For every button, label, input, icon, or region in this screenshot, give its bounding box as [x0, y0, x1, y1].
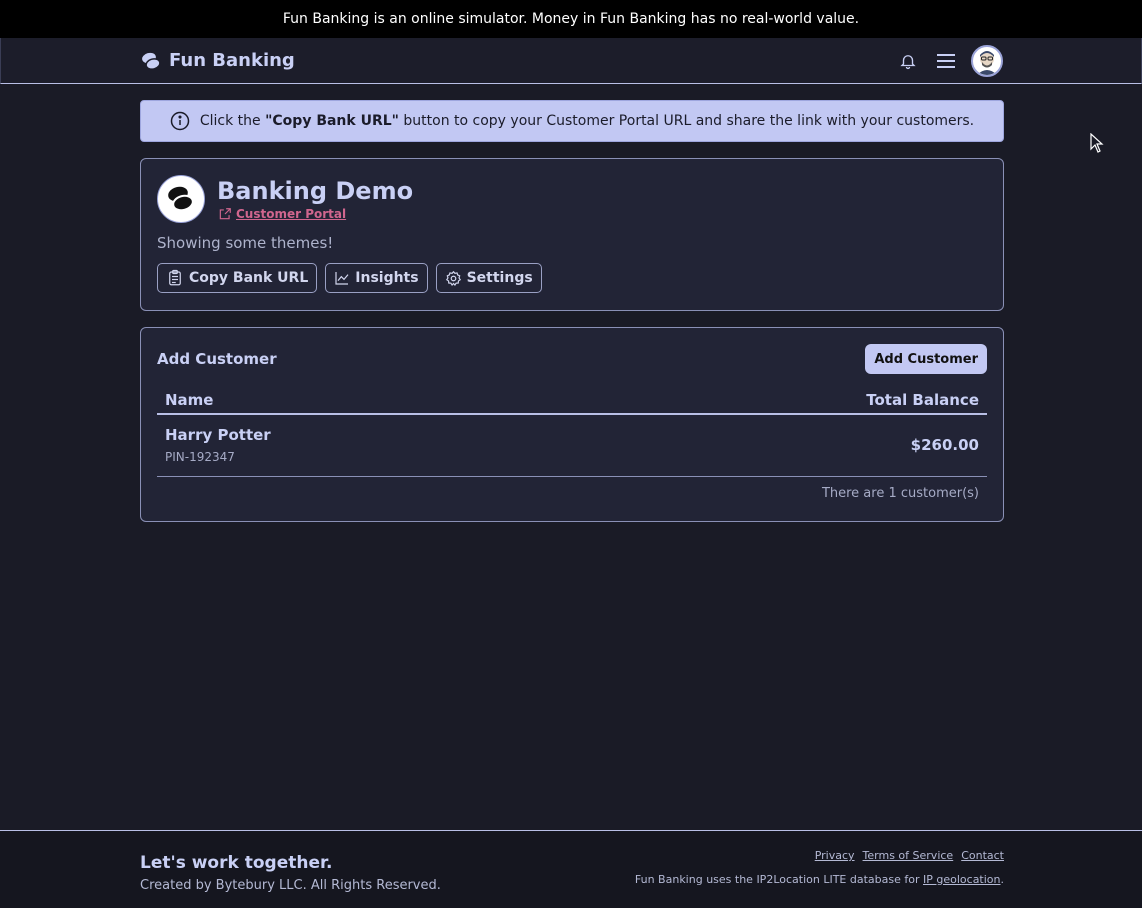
navbar: Fun Banking: [0, 38, 1142, 84]
bank-description: Showing some themes!: [157, 234, 334, 252]
insights-button[interactable]: Insights: [325, 263, 428, 293]
footer-title: Let's work together.: [140, 853, 333, 873]
mouse-cursor-icon: [1090, 133, 1104, 153]
chart-line-icon: [335, 272, 349, 285]
menu-icon[interactable]: [933, 48, 959, 74]
customer-portal-label: Customer Portal: [236, 207, 347, 221]
bank-logo-icon: [168, 186, 194, 212]
brand-name: Fun Banking: [169, 50, 295, 71]
table-header: Name Total Balance: [157, 386, 987, 415]
bank-title: Banking Demo: [217, 177, 414, 205]
column-name: Name: [165, 390, 214, 409]
footer-copyright: Created by Bytebury LLC. All Rights Rese…: [140, 878, 441, 893]
customers-card: Add Customer Add Customer Name Total Bal…: [140, 327, 1004, 522]
privacy-link[interactable]: Privacy: [815, 849, 855, 862]
customer-count: There are 1 customer(s): [821, 486, 979, 501]
column-total-balance: Total Balance: [866, 390, 979, 409]
gear-icon: [445, 270, 461, 286]
customer-portal-link[interactable]: Customer Portal: [218, 207, 346, 221]
table-row[interactable]: Harry Potter PIN-192347 $260.00: [157, 417, 987, 477]
footer: Let's work together. Created by Bytebury…: [0, 830, 1142, 908]
terms-of-service-link[interactable]: Terms of Service: [863, 849, 954, 862]
settings-label: Settings: [466, 270, 533, 286]
external-link-icon: [219, 208, 231, 220]
contact-link[interactable]: Contact: [961, 849, 1004, 862]
bell-icon[interactable]: [895, 48, 921, 74]
ip-geolocation-link[interactable]: IP geolocation: [923, 873, 1001, 886]
insights-label: Insights: [355, 270, 419, 286]
brand-logo-link[interactable]: Fun Banking: [141, 50, 295, 71]
customers-title: Add Customer: [157, 350, 277, 368]
customer-balance: $260.00: [910, 436, 979, 454]
brand-logo-icon: [142, 52, 161, 70]
settings-button[interactable]: Settings: [435, 263, 542, 293]
footer-note: Fun Banking uses the IP2Location LITE da…: [634, 873, 1004, 886]
top-notice-text: Fun Banking is an online simulator. Mone…: [282, 11, 860, 27]
customer-name: Harry Potter: [165, 426, 271, 444]
customer-pin: PIN-192347: [165, 450, 235, 464]
info-banner-text: Click the "Copy Bank URL" button to copy…: [199, 113, 975, 129]
copy-bank-url-button[interactable]: Copy Bank URL: [157, 263, 318, 293]
bank-logo: [157, 175, 205, 223]
info-icon: [170, 111, 190, 131]
copy-bank-url-label: Copy Bank URL: [189, 270, 309, 286]
add-customer-button[interactable]: Add Customer: [865, 344, 987, 374]
top-notice-bar: Fun Banking is an online simulator. Mone…: [0, 0, 1142, 38]
clipboard-icon: [169, 269, 181, 286]
info-banner: Click the "Copy Bank URL" button to copy…: [140, 100, 1004, 142]
bank-card: Banking Demo Customer Portal Showing som…: [140, 158, 1004, 311]
avatar[interactable]: [971, 45, 1003, 77]
